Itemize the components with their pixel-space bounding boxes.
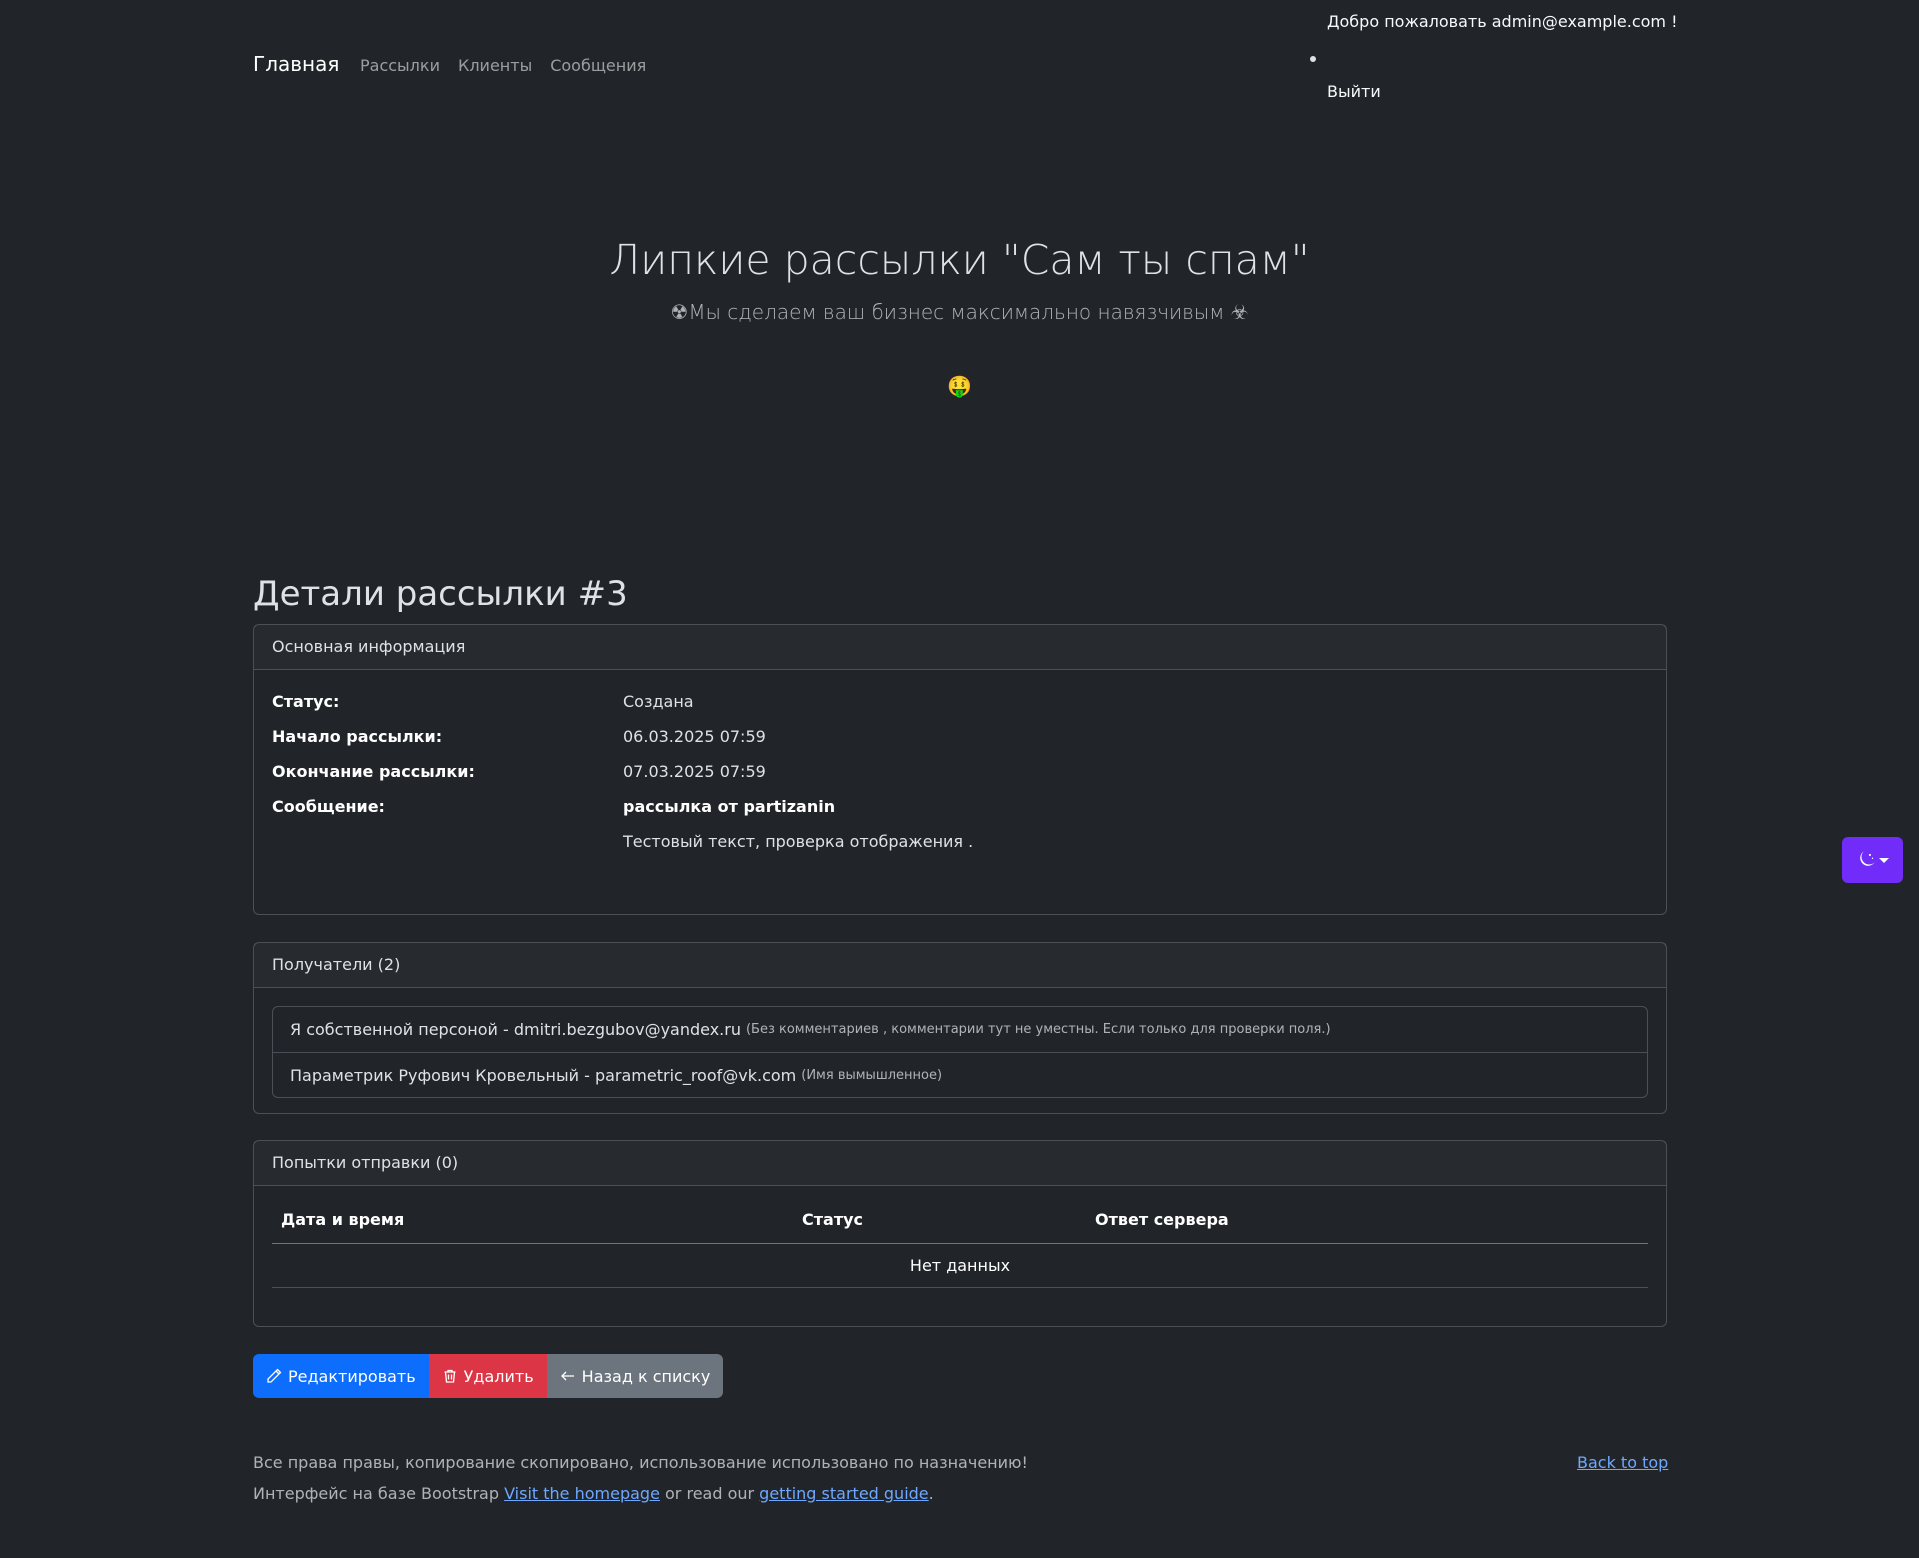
back-to-top-link[interactable]: Back to top: [1577, 1453, 1668, 1472]
list-bullet: [1310, 56, 1316, 62]
chevron-down-icon: [1878, 857, 1889, 863]
brand-home-link[interactable]: Главная: [253, 52, 339, 76]
arrow-left-icon: [560, 1371, 574, 1381]
recipient-text: Я собственной персоной - dmitri.bezgubov…: [290, 1020, 741, 1039]
list-item: Я собственной персоной - dmitri.bezgubov…: [273, 1007, 1647, 1052]
empty-message: Нет данных: [272, 1243, 1648, 1288]
main-nav: Рассылки Клиенты Сообщения: [360, 56, 646, 75]
footer-text: or read our: [659, 1484, 760, 1503]
end-value: 07.03.2025 07:59: [623, 762, 766, 781]
delete-button-label: Удалить: [463, 1366, 534, 1386]
attempts-card: Попытки отправки (0) Дата и время Статус…: [253, 1140, 1667, 1327]
column-header-response: Ответ сервера: [1086, 1196, 1648, 1244]
info-row-start: Начало рассылки: 06.03.2025 07:59: [272, 719, 1648, 754]
logout-link[interactable]: Выйти: [1327, 82, 1381, 101]
pencil-icon: [267, 1368, 282, 1383]
back-to-list-button[interactable]: Назад к списку: [546, 1354, 724, 1398]
nav-clients[interactable]: Клиенты: [458, 56, 532, 75]
status-label: Статус:: [272, 692, 340, 711]
attempts-table: Дата и время Статус Ответ сервера Нет да…: [272, 1196, 1648, 1288]
back-button-label: Назад к списку: [581, 1366, 711, 1386]
message-body: Тестовый текст, проверка отображения .: [623, 832, 974, 851]
page-title: Детали рассылки #3: [253, 574, 628, 614]
welcome-text: Добро пожаловать admin@example.com !: [1327, 12, 1678, 31]
attempts-card-header: Попытки отправки (0): [254, 1141, 1666, 1186]
status-value: Создана: [623, 692, 694, 711]
recipients-list: Я собственной персоной - dmitri.bezgubov…: [272, 1006, 1648, 1098]
hero-title: Липкие рассылки "Сам ты спам": [609, 236, 1310, 284]
column-header-datetime: Дата и время: [272, 1196, 793, 1244]
action-button-group: Редактировать Удалить Назад к списку: [253, 1354, 724, 1398]
hero-subtitle: ☢Мы сделаем ваш бизнес максимально навяз…: [670, 300, 1249, 324]
footer-credits: Интерфейс на базе Bootstrap Visit the ho…: [253, 1484, 934, 1503]
info-row-end: Окончание рассылки: 07.03.2025 07:59: [272, 754, 1648, 789]
footer-text: Интерфейс на базе Bootstrap: [253, 1484, 505, 1503]
start-label: Начало рассылки:: [272, 727, 443, 746]
nav-messages[interactable]: Сообщения: [550, 56, 646, 75]
column-header-status: Статус: [793, 1196, 1086, 1244]
footer-text: .: [928, 1484, 934, 1503]
message-label: Сообщение:: [272, 797, 385, 816]
moon-icon: [1859, 851, 1875, 866]
recipients-card-header: Получатели (2): [254, 943, 1666, 988]
footer-copyright: Все права правы, копирование скопировано…: [253, 1453, 1028, 1472]
end-label: Окончание рассылки:: [272, 762, 475, 781]
table-row: Нет данных: [272, 1243, 1648, 1288]
info-row-message: Сообщение: рассылка от partizanin: [272, 789, 1648, 824]
list-item: Параметрик Руфович Кровельный - parametr…: [273, 1052, 1647, 1097]
edit-button-label: Редактировать: [288, 1366, 416, 1386]
message-subject: рассылка от partizanin: [623, 797, 836, 816]
trash-icon: [444, 1369, 456, 1383]
money-face-icon: 🤑: [947, 374, 972, 398]
homepage-link[interactable]: Visit the homepage: [504, 1484, 660, 1503]
nav-mailings[interactable]: Рассылки: [360, 56, 440, 75]
info-card: Основная информация Статус: Создана Нача…: [253, 624, 1667, 915]
delete-button[interactable]: Удалить: [428, 1354, 547, 1398]
getting-started-link[interactable]: getting started guide: [759, 1484, 928, 1503]
recipient-text: Параметрик Руфович Кровельный - parametr…: [290, 1065, 797, 1085]
recipient-note: (Без комментариев , комментарии тут не у…: [745, 1022, 1331, 1037]
info-row-message-body: Тестовый текст, проверка отображения .: [272, 824, 1648, 859]
edit-button[interactable]: Редактировать: [253, 1354, 429, 1398]
info-row-status: Статус: Создана: [272, 684, 1648, 719]
info-card-header: Основная информация: [254, 625, 1666, 670]
recipient-note: (Имя вымышленное): [801, 1067, 943, 1083]
recipients-card: Получатели (2) Я собственной персоной - …: [253, 942, 1667, 1114]
theme-toggle-button[interactable]: [1842, 837, 1903, 883]
start-value: 06.03.2025 07:59: [623, 727, 766, 746]
